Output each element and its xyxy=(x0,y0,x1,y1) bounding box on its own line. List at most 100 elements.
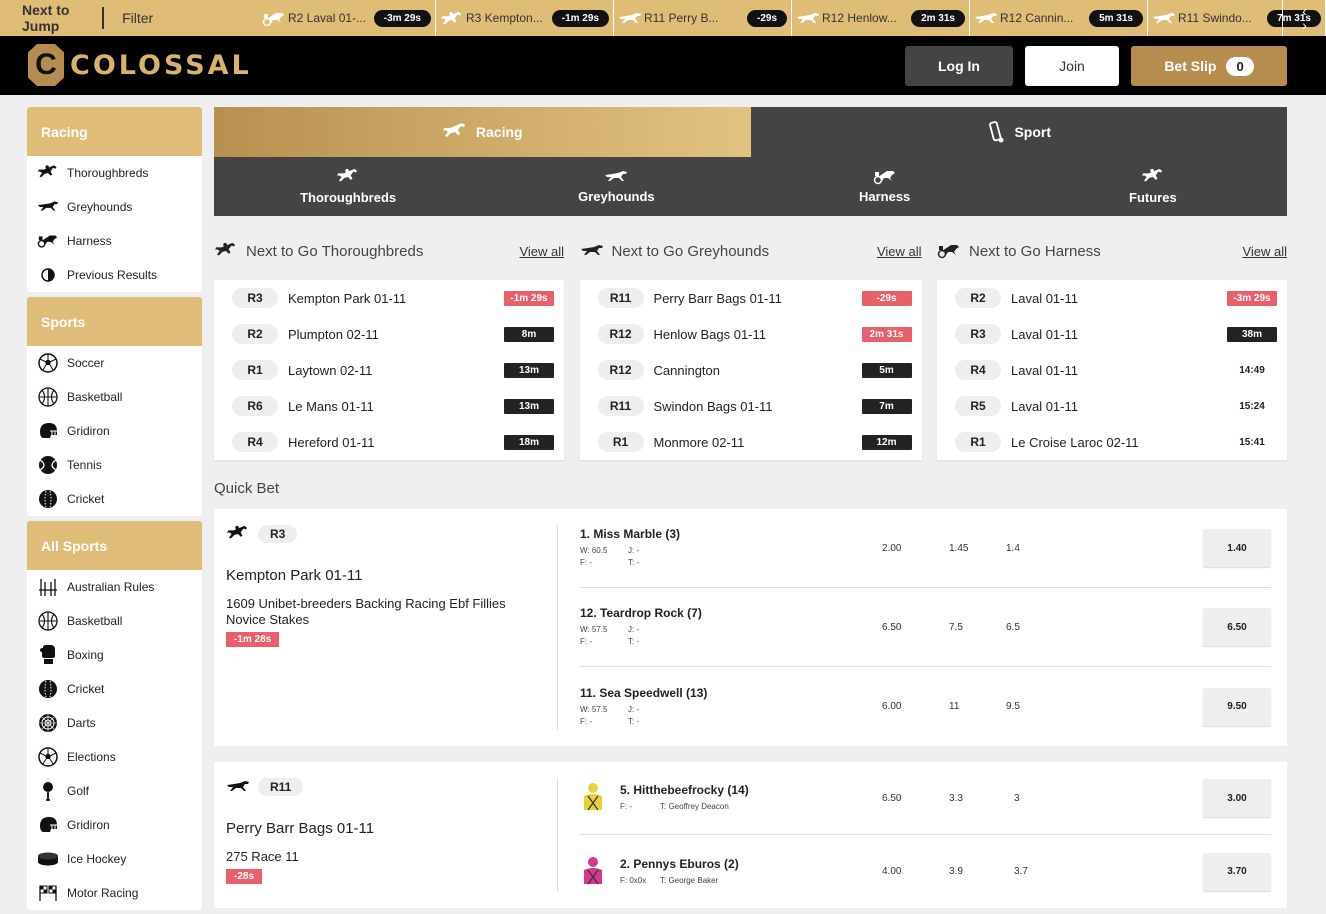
next-to-go-race[interactable]: R12 Cannington 5m xyxy=(580,352,922,388)
greyhound-icon xyxy=(974,11,997,25)
sidebar-item-golf[interactable]: Golf xyxy=(27,774,202,808)
sidebar-item-basketball[interactable]: Basketball xyxy=(27,604,202,638)
sidebar-item-cricket[interactable]: Cricket xyxy=(27,482,202,516)
next-to-go-race[interactable]: R11 Perry Barr Bags 01-11 -29s xyxy=(580,280,922,316)
runner-info: 12. Teardrop Rock (7) W: 57.5 J: - F: - T: … xyxy=(580,606,870,648)
sidebar-item-australian-rules[interactable]: Australian Rules xyxy=(27,570,202,604)
view-all-link[interactable]: View all xyxy=(519,244,564,259)
runner-form: F: 0x0x xyxy=(620,875,647,885)
race-number-badge: R11 xyxy=(597,288,644,308)
next-to-go-race[interactable]: R1 Monmore 02-11 12m xyxy=(580,424,922,460)
logo-text: COLOSSAL xyxy=(70,49,252,81)
next-to-go-race[interactable]: R1 Le Croise Laroc 02-11 15:41 xyxy=(937,424,1287,460)
next-to-go-race[interactable]: R12 Henlow Bags 01-11 2m 31s xyxy=(580,316,922,352)
sidebar-sports-heading[interactable]: Sports xyxy=(27,297,202,346)
cricket-bat-icon xyxy=(986,120,1006,144)
race-venue: Kempton Park 01-11 xyxy=(288,290,407,306)
sidebar-item-label: Ice Hockey xyxy=(67,852,127,866)
odds-price-button[interactable]: 6.50 xyxy=(1203,608,1271,646)
sidebar-item-tennis[interactable]: Tennis xyxy=(27,448,202,482)
sidebar-item-elections[interactable]: Elections xyxy=(27,740,202,774)
next-to-go-race[interactable]: R6 Le Mans 01-11 13m xyxy=(214,388,564,424)
sidebar-item-thoroughbreds[interactable]: Thoroughbreds xyxy=(27,156,202,190)
chevron-left-icon[interactable]: ‹ xyxy=(1302,4,1307,18)
sidebar-item-soccer[interactable]: Soccer xyxy=(27,346,202,380)
next-to-go-race[interactable]: R2 Plumpton 02-11 8m xyxy=(214,316,564,352)
chevron-right-icon[interactable]: › xyxy=(1302,18,1307,32)
next-to-go-race[interactable]: R11 Swindon Bags 01-11 7m xyxy=(580,388,922,424)
race-venue[interactable]: Kempton Park 01-11 xyxy=(226,567,546,584)
view-all-link[interactable]: View all xyxy=(877,244,922,259)
next-to-go-race[interactable]: R4 Laval 01-11 14:49 xyxy=(937,352,1287,388)
next-to-go-race[interactable]: R1 Laytown 02-11 13m xyxy=(214,352,564,388)
sidebar-item-darts[interactable]: Darts xyxy=(27,706,202,740)
race-venue[interactable]: Perry Barr Bags 01-11 xyxy=(226,820,546,837)
racing-sub-tabs: Thoroughbreds Greyhounds Harness Futures xyxy=(214,157,1287,216)
race-number-badge: R2 xyxy=(232,324,278,344)
basketball-icon xyxy=(37,611,59,631)
sidebar-item-boxing[interactable]: Boxing xyxy=(27,638,202,672)
sub-tab-label: Harness xyxy=(858,189,911,204)
sub-tab-futures[interactable]: Futures xyxy=(1019,157,1287,216)
next-to-go-race[interactable]: R3 Kempton Park 01-11 -1m 29s xyxy=(214,280,564,316)
sidebar-item-harness[interactable]: Harness xyxy=(27,224,202,258)
race-number-badge: R3 xyxy=(258,525,298,543)
cricket-ball-icon xyxy=(37,489,59,509)
sub-tab-thoroughbreds[interactable]: Thoroughbreds xyxy=(214,157,482,216)
colossal-logo[interactable]: C COLOSSAL xyxy=(28,44,252,86)
race-venue: Henlow Bags 01-11 xyxy=(653,326,767,342)
harness-icon xyxy=(873,169,897,185)
odds-price-button[interactable]: 3.70 xyxy=(1203,852,1271,891)
runner-info: 1. Miss Marble (3) W: 60.5 J: - F: - T: - xyxy=(580,527,870,569)
next-to-go-list: R11 Perry Barr Bags 01-11 -29s R12 Henlo… xyxy=(579,280,922,460)
odds-price-button[interactable]: 1.40 xyxy=(1203,529,1271,567)
ticker-race-item[interactable]: R2 Laval 01-... -3m 29s xyxy=(258,0,436,36)
next-to-go-race[interactable]: R2 Laval 01-11 -3m 29s xyxy=(937,280,1287,316)
tab-sport[interactable]: Sport xyxy=(750,107,1287,157)
sidebar-item-label: Motor Racing xyxy=(67,886,139,900)
runner-odds-2: 3.3 xyxy=(949,792,963,804)
ticker-race-item[interactable]: R3 Kempton... -1m 29s xyxy=(436,0,614,36)
greyhound-icon xyxy=(37,197,59,217)
sidebar-racing-heading[interactable]: Racing xyxy=(27,107,202,156)
next-to-go-row: Next to Go Thoroughbreds View all R3 Kem… xyxy=(214,232,1287,460)
sub-tab-greyhounds[interactable]: Greyhounds xyxy=(482,157,750,216)
join-button[interactable]: Join xyxy=(1025,46,1119,86)
sidebar-item-previous-results[interactable]: Previous Results xyxy=(27,258,202,292)
sub-tab-harness[interactable]: Harness xyxy=(751,157,1019,216)
filter-button[interactable]: Filter xyxy=(104,10,258,26)
sidebar-all-sports-heading[interactable]: All Sports xyxy=(27,521,202,570)
ticker-race-item[interactable]: R12 Henlow... 2m 31s xyxy=(792,0,970,36)
next-to-go-race[interactable]: R4 Hereford 01-11 18m xyxy=(214,424,564,460)
sidebar-item-greyhounds[interactable]: Greyhounds xyxy=(27,190,202,224)
bet-slip-button[interactable]: Bet Slip 0 xyxy=(1131,46,1287,86)
next-to-go-race[interactable]: R5 Laval 01-11 15:24 xyxy=(937,388,1287,424)
sidebar-item-gridiron[interactable]: Gridiron xyxy=(27,808,202,842)
horse-icon xyxy=(1141,168,1165,186)
race-venue: Swindon Bags 01-11 xyxy=(653,398,773,414)
odds-price-button[interactable]: 3.00 xyxy=(1203,779,1271,817)
ticker-race-item[interactable]: R11 Perry B... -29s xyxy=(614,0,792,36)
sidebar-item-basketball[interactable]: Basketball xyxy=(27,380,202,414)
race-number-badge: R12 xyxy=(597,360,644,380)
race-venue: Laval 01-11 xyxy=(1011,398,1078,414)
next-to-go-race[interactable]: R3 Laval 01-11 38m xyxy=(937,316,1287,352)
race-number-badge: R2 xyxy=(955,288,1001,308)
next-to-go-list: R3 Kempton Park 01-11 -1m 29s R2 Plumpto… xyxy=(214,280,564,460)
sidebar-item-gridiron[interactable]: Gridiron xyxy=(27,414,202,448)
sidebar-item-cricket[interactable]: Cricket xyxy=(27,672,202,706)
sidebar-item-motor-racing[interactable]: Motor Racing xyxy=(27,876,202,910)
view-all-link[interactable]: View all xyxy=(1242,244,1287,259)
sidebar-item-ice-hockey[interactable]: Ice Hockey xyxy=(27,842,202,876)
login-button[interactable]: Log In xyxy=(905,46,1013,86)
runner-odds-1: 6.50 xyxy=(882,621,902,633)
runner-odds-3: 1.4 xyxy=(1006,542,1020,554)
tab-racing[interactable]: Racing xyxy=(214,107,751,157)
runner-odds-3: 3 xyxy=(1014,792,1020,804)
race-venue: Le Mans 01-11 xyxy=(288,398,374,414)
odds-price-button[interactable]: 9.50 xyxy=(1203,687,1271,726)
runner-odds-3: 9.5 xyxy=(1006,701,1020,712)
ticker-arrows[interactable]: ‹ › xyxy=(1282,0,1326,36)
ticker-race-item[interactable]: R12 Cannin... 5m 31s xyxy=(970,0,1148,36)
next-to-jump-label: Next to Jump xyxy=(0,2,105,34)
